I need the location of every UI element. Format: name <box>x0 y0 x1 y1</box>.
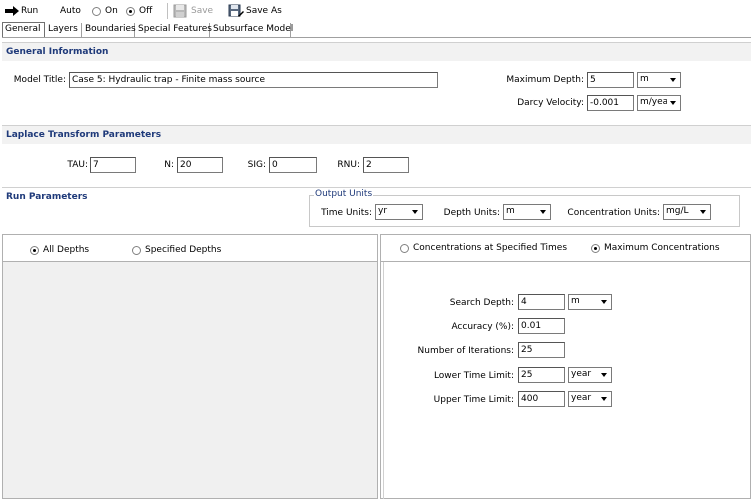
accuracy-label: Accuracy (%): <box>451 322 514 332</box>
save-as-label: Save As <box>246 6 282 16</box>
tab-general[interactable]: General <box>2 22 45 37</box>
concentration-units-select[interactable]: mg/L <box>663 204 711 220</box>
model-title-input[interactable] <box>69 72 438 88</box>
radio-unchecked-icon <box>400 243 409 253</box>
darcy-velocity-input[interactable] <box>587 95 634 111</box>
lower-time-limit-input[interactable] <box>518 367 565 383</box>
floppy-disk-icon <box>173 4 187 18</box>
depth-units-select[interactable]: m <box>503 204 551 220</box>
toolbar-separator <box>167 3 168 19</box>
darcy-velocity-unit-select[interactable]: m/year <box>637 95 681 111</box>
chevron-down-icon <box>598 393 610 405</box>
auto-on-radio[interactable]: On <box>92 4 118 18</box>
rnu-label: RNU: <box>337 160 360 170</box>
upper-time-unit-select[interactable]: year <box>568 391 612 407</box>
chevron-down-icon <box>598 369 610 381</box>
lower-time-limit-label: Lower Time Limit: <box>433 371 514 381</box>
depth-units-label: Depth Units: <box>443 208 500 218</box>
run-label: Run <box>21 6 39 16</box>
tab-subsurface-model[interactable]: Subsurface Model <box>211 23 293 37</box>
tab-special-features[interactable]: Special Features <box>136 23 212 37</box>
specified-depths-radio[interactable]: Specified Depths <box>132 245 221 255</box>
run-button[interactable]: Run <box>5 4 38 18</box>
search-depth-unit-value: m <box>571 296 580 306</box>
off-label: Off <box>139 6 153 16</box>
on-label: On <box>105 6 118 16</box>
concentration-units-label: Concentration Units: <box>567 208 660 218</box>
chevron-down-icon <box>667 74 679 86</box>
conc-specified-times-label: Concentrations at Specified Times <box>413 243 568 253</box>
max-depth-unit-select[interactable]: m <box>637 72 681 88</box>
laplace-heading: Laplace Transform Parameters <box>2 125 751 144</box>
chevron-down-icon <box>409 206 421 218</box>
iterations-input[interactable] <box>518 342 565 358</box>
tab-layers[interactable]: Layers <box>46 23 82 37</box>
n-label: N: <box>164 160 174 170</box>
max-depth-input[interactable] <box>587 72 634 88</box>
search-depth-input[interactable] <box>518 294 565 310</box>
model-title-label: Model Title: <box>13 75 66 85</box>
lower-time-unit-value: year <box>571 369 592 379</box>
time-units-select[interactable]: yr <box>375 204 423 220</box>
sig-label: SIG: <box>247 160 266 170</box>
max-concentrations-radio[interactable]: Maximum Concentrations <box>591 243 720 253</box>
search-depth-label: Search Depth: <box>449 298 514 308</box>
max-depth-unit-value: m <box>640 74 649 84</box>
time-units-value: yr <box>378 206 388 216</box>
conc-specified-times-radio[interactable]: Concentrations at Specified Times <box>400 243 567 253</box>
radio-checked-icon <box>591 243 600 253</box>
all-depths-radio[interactable]: All Depths <box>30 245 89 255</box>
arrow-right-icon <box>5 6 19 16</box>
save-as-button[interactable]: Save As <box>228 4 282 18</box>
save-button[interactable]: Save <box>173 4 213 18</box>
rnu-input[interactable] <box>363 157 409 173</box>
depth-selection-panel <box>2 234 378 499</box>
iterations-label: Number of Iterations: <box>417 346 514 356</box>
search-depth-unit-select[interactable]: m <box>568 294 612 310</box>
max-concentrations-label: Maximum Concentrations <box>604 243 720 253</box>
specified-depths-label: Specified Depths <box>145 245 222 255</box>
tab-panel-border <box>2 37 751 38</box>
auto-label: Auto <box>60 6 81 16</box>
all-depths-label: All Depths <box>43 245 90 255</box>
auto-off-radio[interactable]: Off <box>126 4 152 18</box>
lower-time-unit-select[interactable]: year <box>568 367 612 383</box>
time-units-label: Time Units: <box>321 208 372 218</box>
general-information-heading: General Information <box>2 42 751 61</box>
radio-unchecked-icon <box>92 6 101 16</box>
chevron-down-icon <box>667 97 679 109</box>
tau-label: TAU: <box>67 160 88 170</box>
max-depth-label: Maximum Depth: <box>506 75 584 85</box>
sig-input[interactable] <box>269 157 317 173</box>
radio-unchecked-icon <box>132 245 141 255</box>
upper-time-unit-value: year <box>571 393 592 403</box>
n-input[interactable] <box>177 157 223 173</box>
upper-time-limit-label: Upper Time Limit: <box>433 395 514 405</box>
tau-input[interactable] <box>90 157 136 173</box>
save-label: Save <box>191 6 214 16</box>
save-as-icon <box>228 4 244 17</box>
chevron-down-icon <box>697 206 709 218</box>
radio-checked-icon <box>126 6 135 16</box>
accuracy-input[interactable] <box>518 318 565 334</box>
chevron-down-icon <box>537 206 549 218</box>
concentration-units-value: mg/L <box>666 206 689 216</box>
tab-boundaries[interactable]: Boundaries <box>83 23 136 37</box>
depth-units-value: m <box>506 206 515 216</box>
upper-time-limit-input[interactable] <box>518 391 565 407</box>
radio-checked-icon <box>30 245 39 255</box>
darcy-velocity-label: Darcy Velocity: <box>517 98 584 108</box>
chevron-down-icon <box>598 296 610 308</box>
output-units-label: Output Units <box>314 189 374 199</box>
